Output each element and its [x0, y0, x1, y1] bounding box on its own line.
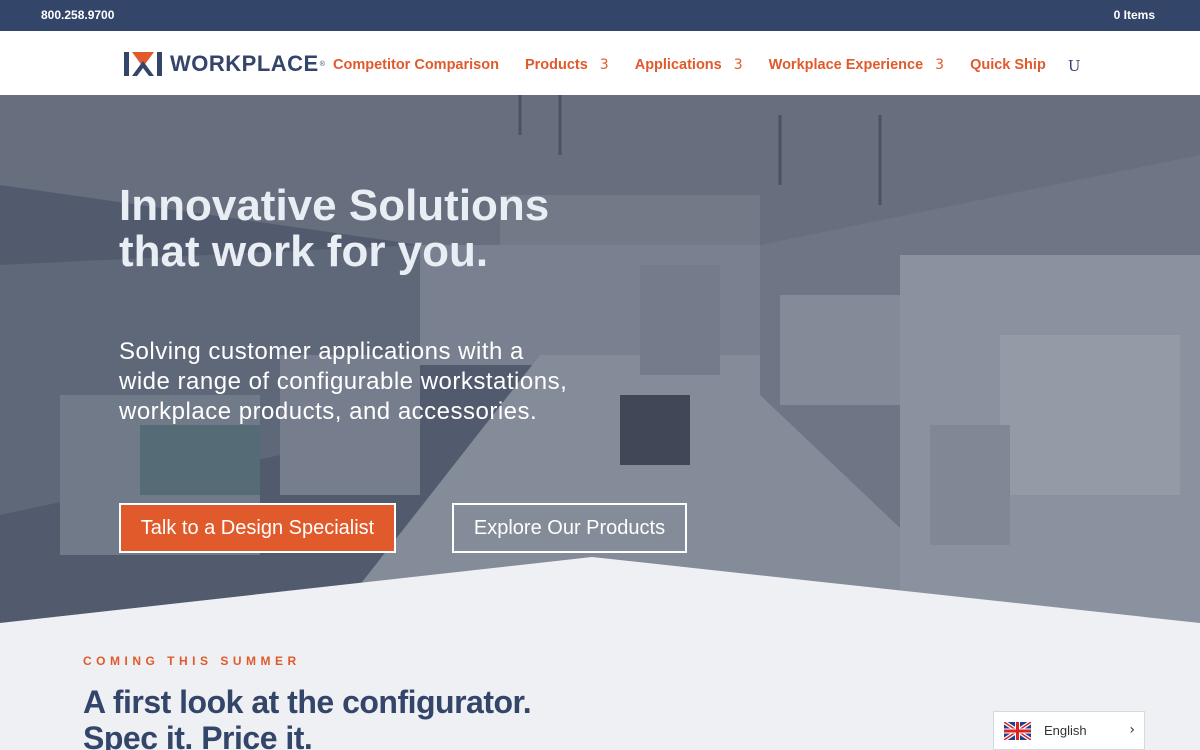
phone-number-link[interactable]: 800.258.9700 [41, 8, 114, 22]
language-switcher[interactable]: English › [993, 711, 1145, 750]
nav-item-label: Products [524, 57, 588, 73]
nav-item-label: Quick Ship [970, 57, 1046, 73]
nav-item-quick-ship[interactable]: Quick Ship [970, 57, 1046, 73]
hero-subtitle: Solving customer applications with a wid… [119, 338, 568, 425]
hero-section: Innovative Solutions that work for you. … [0, 95, 1200, 623]
main-nav: Competitor Comparison Products 3 Applica… [333, 55, 1080, 75]
hero-title: Innovative Solutions that work for you. [119, 181, 550, 276]
nav-item-workplace-experience[interactable]: Workplace Experience 3 [769, 57, 944, 73]
language-label: English [1044, 723, 1087, 738]
registered-mark: ® [319, 60, 325, 68]
cart-items-link[interactable]: 0 Items [1114, 8, 1155, 22]
nav-item-applications[interactable]: Applications 3 [635, 57, 743, 73]
uk-flag-icon [1004, 721, 1031, 740]
brand-name: WORKPLACE [170, 51, 319, 76]
nav-item-competitor-comparison[interactable]: Competitor Comparison [333, 57, 499, 73]
search-icon[interactable]: U [1068, 57, 1081, 75]
explore-products-button[interactable]: Explore Our Products [452, 503, 687, 553]
nav-item-label: Applications [634, 57, 722, 73]
nav-item-products[interactable]: Products 3 [525, 57, 609, 73]
workplace-logo[interactable]: WORKPLACE ® [124, 51, 325, 77]
chevron-down-icon: 3 [935, 57, 945, 73]
section-eyebrow: COMING THIS SUMMER [83, 654, 301, 668]
workplace-logo-icon [124, 52, 162, 76]
chevron-right-icon: › [1129, 722, 1135, 738]
section-title: A first look at the configurator. Spec i… [83, 684, 532, 750]
talk-to-design-specialist-button[interactable]: Talk to a Design Specialist [119, 503, 396, 553]
nav-item-label: Competitor Comparison [333, 57, 499, 73]
chevron-down-icon: 3 [599, 57, 609, 73]
nav-item-label: Workplace Experience [768, 57, 924, 73]
top-bar: 800.258.9700 0 Items [0, 0, 1200, 31]
site-header: WORKPLACE ® Competitor Comparison Produc… [0, 31, 1200, 95]
chevron-down-icon: 3 [733, 57, 743, 73]
